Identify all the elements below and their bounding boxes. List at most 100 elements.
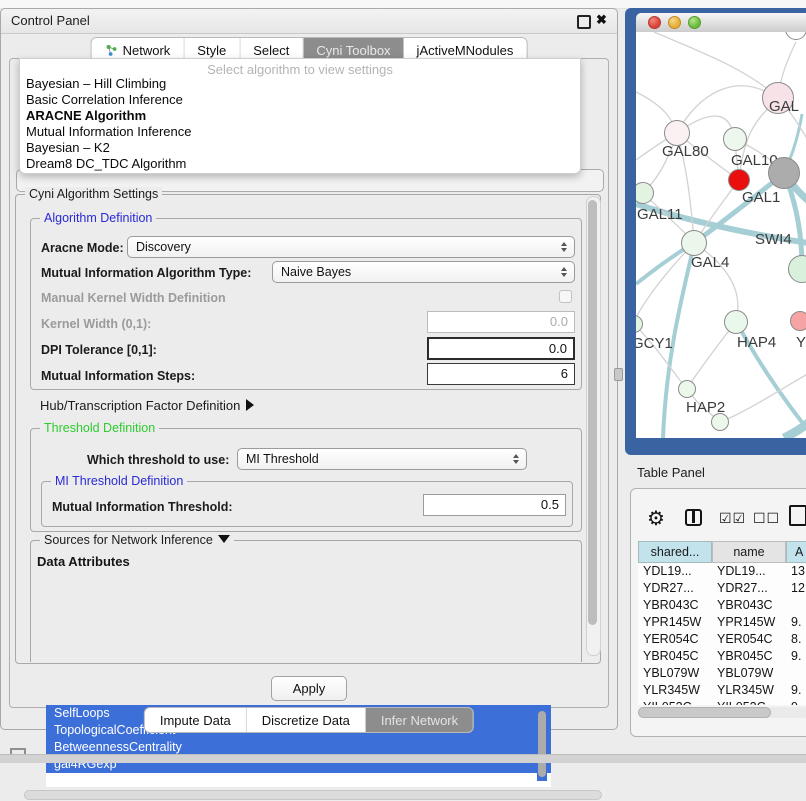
table-cell[interactable]: 8. <box>786 631 806 648</box>
column-header-shared-name[interactable]: shared... <box>638 541 712 563</box>
select-all-checks-icon[interactable]: ☑☑ <box>719 510 746 527</box>
table-cell[interactable]: 9. <box>786 648 806 665</box>
algorithm-menu-item-selected[interactable]: ARACNE Algorithm <box>26 108 146 123</box>
table-cell[interactable]: YLR345W <box>712 682 786 699</box>
table-cell[interactable]: 12 <box>786 580 806 597</box>
network-node-label: GAL1 <box>742 189 780 206</box>
table-cell[interactable]: YPR145W <box>712 614 786 631</box>
table-cell[interactable]: YBL079W <box>712 665 786 682</box>
kernel-width-label: Kernel Width (0,1): <box>41 317 151 331</box>
table-row[interactable]: YDL19...YDL19...13 <box>638 563 806 580</box>
network-node[interactable] <box>768 157 800 189</box>
algorithm-menu-item[interactable]: Mutual Information Inference <box>26 124 191 139</box>
close-traffic-light[interactable] <box>648 16 661 29</box>
table-row[interactable]: YBL079WYBL079W <box>638 665 806 682</box>
apply-button[interactable]: Apply <box>271 676 347 701</box>
algorithm-menu-item[interactable]: Dream8 DC_TDC Algorithm <box>26 156 186 171</box>
table-row[interactable]: YLR345WYLR345W9. <box>638 682 806 699</box>
table-cell[interactable]: YIL052C <box>712 699 786 705</box>
control-panel-titlebar[interactable]: Control Panel ✖ <box>1 9 617 34</box>
tab-impute-data[interactable]: Impute Data <box>145 708 247 732</box>
kernel-width-field[interactable]: 0.0 <box>427 311 575 333</box>
table-cell[interactable]: YDL19... <box>638 563 712 580</box>
tab-label: Discretize Data <box>262 713 350 728</box>
network-canvas[interactable]: GALGAL80GAL10GAL1GAL11SWI4GAL4GCY1HAP4YH… <box>636 32 806 438</box>
attributes-scrollbar[interactable] <box>537 709 547 781</box>
table-cell[interactable]: YER054C <box>638 631 712 648</box>
table-cell[interactable]: 13 <box>786 563 806 580</box>
network-node-y[interactable] <box>790 311 806 331</box>
settings-scrollbar[interactable] <box>586 196 601 656</box>
tab-discretize-data[interactable]: Discretize Data <box>247 708 366 732</box>
network-node-label: GCY1 <box>636 335 673 352</box>
float-window-icon[interactable] <box>577 15 591 29</box>
table-cell[interactable]: YBR043C <box>712 597 786 614</box>
zoom-traffic-light[interactable] <box>688 16 701 29</box>
sources-horizontal-scrollbar[interactable] <box>22 789 605 801</box>
table-row[interactable]: YER054CYER054C8. <box>638 631 806 648</box>
expand-down-icon <box>218 535 230 543</box>
table-cell[interactable]: YLR345W <box>638 682 712 699</box>
scrollbar-thumb[interactable] <box>538 711 546 777</box>
network-node-gal10[interactable] <box>723 127 747 151</box>
table-cell[interactable]: YER054C <box>712 631 786 648</box>
table-cell[interactable]: YDR27... <box>638 580 712 597</box>
group-title: Algorithm Definition <box>40 211 156 225</box>
minimize-traffic-light[interactable] <box>668 16 681 29</box>
mi-steps-field[interactable]: 6 <box>427 363 575 385</box>
network-view-window: GALGAL80GAL10GAL1GAL11SWI4GAL4GCY1HAP4YH… <box>625 8 806 455</box>
table-row[interactable]: YDR27...YDR27...12 <box>638 580 806 597</box>
table-row[interactable]: YBR045CYBR045C9. <box>638 648 806 665</box>
column-header-name[interactable]: name <box>712 541 786 563</box>
table-horizontal-scrollbar[interactable] <box>638 707 806 718</box>
table-cell[interactable]: 9 <box>786 699 806 705</box>
network-window-titlebar[interactable] <box>636 13 806 33</box>
which-threshold-combo[interactable]: MI Threshold <box>237 448 527 470</box>
close-icon[interactable]: ✖ <box>596 12 607 28</box>
scrollbar-thumb[interactable] <box>588 200 597 625</box>
network-node[interactable] <box>711 413 729 431</box>
table-cell[interactable]: YBR045C <box>638 648 712 665</box>
document-icon[interactable] <box>789 505 806 526</box>
panel-divider-grip[interactable] <box>614 368 623 381</box>
aracne-mode-combo[interactable]: Discovery <box>127 236 575 258</box>
network-node-gal1[interactable] <box>728 169 750 191</box>
hub-definition-toggle[interactable]: Hub/Transcription Factor Definition <box>40 398 254 413</box>
table-cell[interactable]: 9. <box>786 614 806 631</box>
manual-kernel-width-checkbox[interactable] <box>559 290 572 303</box>
table-cell[interactable] <box>786 665 806 682</box>
table-cell[interactable]: YDR27... <box>712 580 786 597</box>
algorithm-menu-item[interactable]: Basic Correlation Inference <box>26 92 183 107</box>
table-cell[interactable]: YBR043C <box>638 597 712 614</box>
scrollbar-thumb[interactable] <box>638 707 771 718</box>
algorithm-menu-item[interactable]: Bayesian – K2 <box>26 140 110 155</box>
network-node-label: Y <box>796 334 806 351</box>
table-row[interactable]: YBR043CYBR043C <box>638 597 806 614</box>
mi-threshold-field[interactable]: 0.5 <box>423 494 566 516</box>
table-cell[interactable]: YBL079W <box>638 665 712 682</box>
network-node-hap4[interactable] <box>724 310 748 334</box>
spinner-icon <box>513 454 519 464</box>
mi-algorithm-type-combo[interactable]: Naive Bayes <box>272 261 575 283</box>
scrollbar-thumb[interactable] <box>24 790 602 800</box>
table-row[interactable]: YIL052CYIL052C9 <box>638 699 806 705</box>
network-node-label: GAL80 <box>662 143 709 160</box>
deselect-all-checks-icon[interactable]: ☐☐ <box>753 510 780 527</box>
network-node-hap2[interactable] <box>678 380 696 398</box>
dpi-tolerance-field[interactable]: 0.0 <box>427 337 575 360</box>
mi-threshold-label: Mutual Information Threshold: <box>52 500 233 514</box>
table-cell[interactable]: YDL19... <box>712 563 786 580</box>
column-header-partial[interactable]: A <box>786 541 806 563</box>
gear-icon[interactable]: ⚙ <box>647 506 665 531</box>
table-cell[interactable]: 9. <box>786 682 806 699</box>
table-cell[interactable]: YPR145W <box>638 614 712 631</box>
table-cell[interactable]: YBR045C <box>712 648 786 665</box>
table-row[interactable]: YPR145WYPR145W9. <box>638 614 806 631</box>
table-cell[interactable] <box>786 597 806 614</box>
sources-toggle[interactable]: Sources for Network Inference <box>40 533 234 547</box>
tab-infer-network[interactable]: Infer Network <box>366 708 473 732</box>
table-cell[interactable]: YIL052C <box>638 699 712 705</box>
network-node-gal4[interactable] <box>681 230 707 256</box>
algorithm-menu-item[interactable]: Bayesian – Hill Climbing <box>26 76 166 91</box>
columns-icon[interactable] <box>685 509 702 526</box>
